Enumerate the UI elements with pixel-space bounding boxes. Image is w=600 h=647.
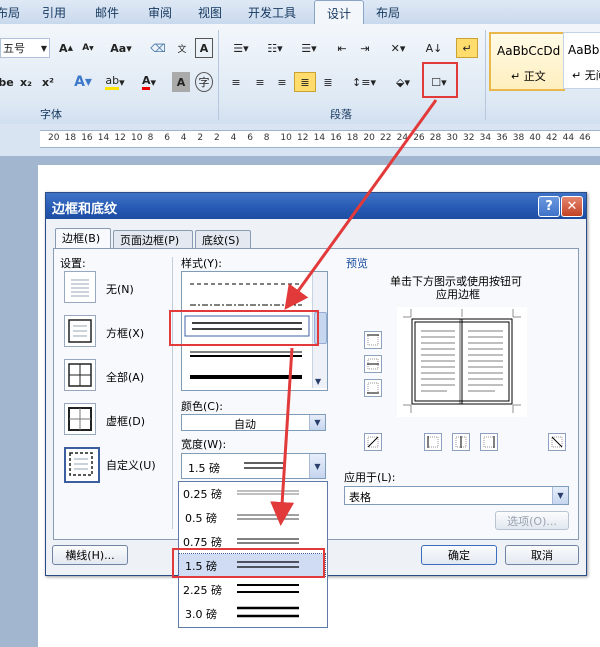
annotation-arrows: [270, 99, 438, 526]
arrow-to-width: [270, 347, 295, 526]
arrow-to-style: [284, 99, 438, 310]
